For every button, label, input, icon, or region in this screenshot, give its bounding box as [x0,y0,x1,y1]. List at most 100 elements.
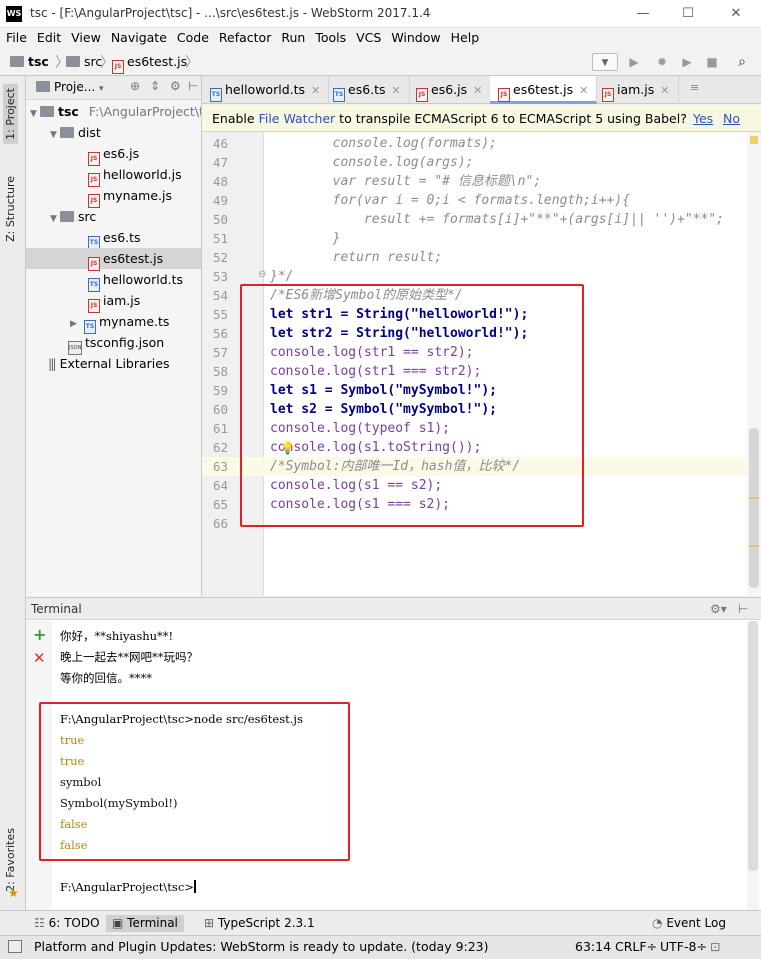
tree-folder-dist[interactable]: ▼ dist [50,122,101,143]
terminal-line: 等你的回信。**** [60,671,152,685]
tree-file[interactable]: JS helloworld.js [88,164,182,187]
tree-file[interactable]: JS iam.js [88,290,140,313]
typescript-icon: ⊞ [204,916,215,930]
project-view-selector[interactable]: Proje... ▾ [36,80,104,94]
stop-icon[interactable]: ■ [703,53,721,71]
debug-icon[interactable]: ✹ [653,53,671,71]
file-encoding[interactable]: UTF-8÷ [660,936,707,958]
menu-tools[interactable]: Tools [311,28,350,48]
banner-yes-link[interactable]: Yes [693,105,713,132]
folder-icon [66,56,80,67]
editor-scrollbar[interactable] [747,132,761,596]
tree-file[interactable]: JSON tsconfig.json [68,332,164,355]
terminal-tool-button[interactable]: ▣ Terminal [106,915,184,932]
tree-external-libraries[interactable]: ||| External Libraries [48,353,169,374]
window-title: tsc - [F:\AngularProject\tsc] - ...\src\… [30,6,431,20]
menu-refactor[interactable]: Refactor [215,28,275,48]
close-tab-icon[interactable]: ✕ [579,84,588,97]
gear-icon[interactable]: ⚙▾ [710,598,727,620]
lock-icon[interactable]: ⊡ [710,936,720,958]
menu-vcs[interactable]: VCS [352,28,385,48]
banner-no-link[interactable]: No [723,105,740,132]
tab-es6-ts[interactable]: TS es6.ts ✕ [325,76,410,104]
caret-position[interactable]: 63:14 [575,936,611,958]
fold-icon[interactable]: ⊖ [258,269,266,280]
tree-file[interactable]: TS es6.ts [88,227,141,250]
menu-window[interactable]: Window [387,28,444,48]
tree-file-selected[interactable]: JS es6test.js [26,248,201,271]
tree-folder-src[interactable]: ▼ src [50,206,96,227]
hide-icon[interactable]: ⊢ [188,79,198,93]
hide-panel-icon[interactable]: ⊢ [738,598,748,620]
code-line: 51 } [212,231,341,246]
close-window-button[interactable]: ✕ [718,3,754,25]
breadcrumb-separator: 〉 [185,55,199,71]
close-tab-icon[interactable]: ✕ [311,84,320,97]
file-watcher-link[interactable]: File Watcher [259,111,336,126]
tree-file[interactable]: JS es6.js [88,143,139,166]
typescript-tool-button[interactable]: ⊞ TypeScript 2.3.1 [204,915,315,932]
tree-file[interactable]: JS myname.js [88,185,172,208]
chevron-down-icon: ▼ [50,130,57,140]
tab-es6test-js[interactable]: JS es6test.js ✕ [490,76,598,104]
left-tool-strip: 1: Project Z: Structure 2: Favorites ★ [0,76,26,910]
tab-structure-tool[interactable]: Z: Structure [3,172,18,246]
file-watcher-banner: Enable File Watcher to transpile ECMAScr… [202,105,761,132]
chevron-down-icon: ▼ [50,214,57,224]
js-file-icon: JS [602,88,614,102]
webstorm-logo-icon: WS [6,6,22,22]
tab-es6-js[interactable]: JS es6.js ✕ [408,76,492,104]
ts-file-icon: TS [333,88,345,102]
menu-code[interactable]: Code [173,28,213,48]
scroll-marker [749,497,759,499]
status-message[interactable]: Platform and Plugin Updates: WebStorm is… [34,936,489,958]
tab-helloworld-ts[interactable]: TS helloworld.ts ✕ [202,76,330,104]
breadcrumb-project[interactable]: tsc [10,54,49,69]
menu-file[interactable]: File [2,28,31,48]
folder-icon [40,106,54,117]
menu-bar: File Edit View Navigate Code Refactor Run Tools… [0,28,761,48]
code-editor[interactable]: 46 console.log(formats); 47 console.log(… [202,132,761,596]
maximize-button[interactable]: ☐ [670,3,706,25]
coverage-icon[interactable]: ▶ [678,53,696,71]
tree-file[interactable]: ▶ TS myname.ts [70,311,169,334]
tree-root[interactable]: ▼ tsc F:\AngularProject\t [30,101,201,122]
tab-iam-js[interactable]: JS iam.js ✕ [594,76,679,104]
scroll-thumb[interactable] [748,621,758,871]
menu-help[interactable]: Help [447,28,484,48]
menu-run[interactable]: Run [277,28,309,48]
terminal-icon: ▣ [112,916,124,930]
collapse-icon[interactable]: ⇕ [150,79,160,93]
locate-icon[interactable]: ⊕ [130,79,140,93]
terminal-scrollbar[interactable] [747,621,759,911]
breadcrumb-file[interactable]: JS es6test.js [112,54,187,74]
close-tab-icon[interactable]: ✕ [473,84,482,97]
annotation-highlight-box [39,702,350,861]
todo-icon: ☷ [34,916,45,930]
new-session-plus-icon[interactable]: + [33,625,46,644]
scroll-thumb[interactable] [749,428,759,588]
close-session-icon[interactable]: ✕ [33,649,46,667]
status-toggle-icon[interactable] [8,940,22,953]
menu-edit[interactable]: Edit [33,28,65,48]
tab-project-tool[interactable]: 1: Project [3,84,18,144]
todo-tool-button[interactable]: ☷ 6: TODO [34,915,100,932]
run-config-dropdown[interactable]: ▼ [592,53,618,71]
menu-navigate[interactable]: Navigate [107,28,171,48]
close-tab-icon[interactable]: ✕ [660,84,669,97]
minimize-button[interactable]: — [625,3,661,25]
gear-icon[interactable]: ⚙ [170,79,181,93]
tab-list-icon[interactable]: ≡ [690,81,699,94]
terminal-prompt[interactable]: F:\AngularProject\tsc> [60,880,196,894]
project-panel-header: Proje... ▾ ⊕ ⇕ ⚙ ⊢ [26,76,201,100]
breadcrumb-folder[interactable]: src [66,54,102,69]
search-icon[interactable]: ⌕ [733,53,751,71]
line-separator[interactable]: CRLF÷ [615,936,657,958]
tree-file[interactable]: TS helloworld.ts [88,269,183,292]
event-log-button[interactable]: ◔ Event Log [652,915,726,932]
menu-view[interactable]: View [67,28,105,48]
navigation-bar: tsc 〉 src 〉 JS es6test.js 〉 ▼ ▶ ✹ ▶ ■ ⌕ [0,48,761,76]
run-icon[interactable]: ▶ [625,53,643,71]
tool-window-bar: ☷ 6: TODO ▣ Terminal ⊞ TypeScript 2.3.1 … [0,910,761,935]
close-tab-icon[interactable]: ✕ [392,84,401,97]
